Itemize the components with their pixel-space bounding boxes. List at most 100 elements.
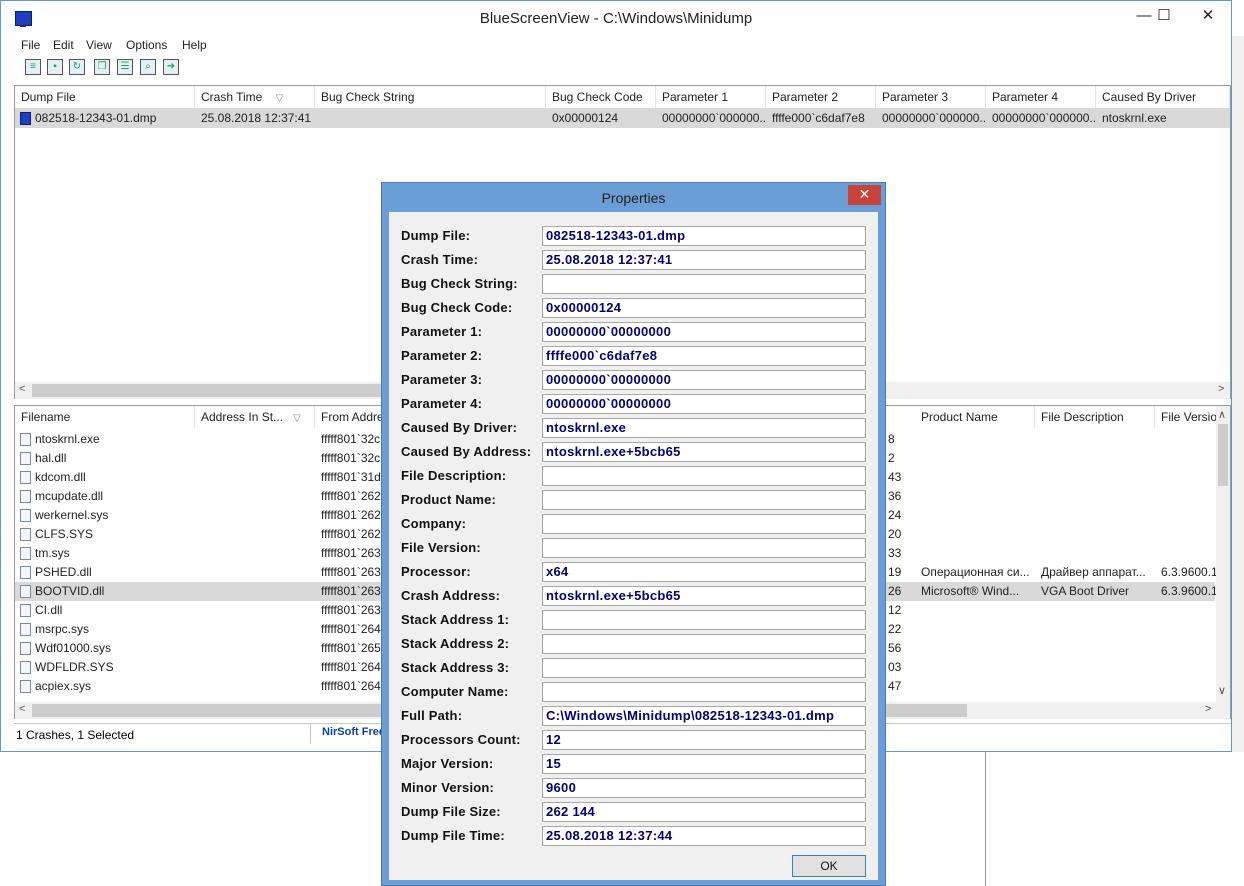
- table-row[interactable]: 082518-12343-01.dmp 25.08.2018 12:37:41 …: [15, 108, 1230, 128]
- property-label: Stack Address 2:: [401, 636, 510, 651]
- save-icon[interactable]: ▪: [47, 59, 63, 75]
- maximize-button[interactable]: ☐: [1141, 1, 1187, 31]
- from-address-cell: fffff801`262: [321, 508, 381, 522]
- property-value-field[interactable]: C:\Windows\Minidump\082518-12343-01.dmp: [542, 706, 866, 726]
- column-header-file-description[interactable]: File Description: [1035, 406, 1155, 428]
- property-value-field[interactable]: 00000000`00000000: [542, 370, 866, 390]
- file-icon: [20, 490, 31, 503]
- exit-icon[interactable]: ➜: [163, 59, 179, 75]
- dialog-title: Properties: [601, 190, 666, 206]
- properties-icon[interactable]: ☰: [117, 59, 133, 75]
- scroll-left-icon[interactable]: <: [19, 383, 25, 395]
- menu-options[interactable]: Options: [126, 38, 167, 52]
- property-value-field[interactable]: [542, 610, 866, 630]
- property-value-field[interactable]: x64: [542, 562, 866, 582]
- menu-edit[interactable]: Edit: [53, 38, 74, 52]
- file-icon: [20, 661, 31, 674]
- product-name-cell: [921, 620, 1035, 639]
- partial-column-cell: 47: [888, 679, 902, 693]
- column-header-dump-file[interactable]: Dump File: [15, 86, 195, 108]
- property-value-field[interactable]: ffffe000`c6daf7e8: [542, 346, 866, 366]
- property-label: Crash Address:: [401, 588, 501, 603]
- property-value-field[interactable]: ntoskrnl.exe+5bcb65: [542, 442, 866, 462]
- partial-column-cell: 8: [888, 432, 895, 446]
- refresh-icon[interactable]: ↻: [69, 59, 85, 75]
- filename-cell: CI.dll: [20, 601, 195, 620]
- property-value-field[interactable]: [542, 274, 866, 294]
- property-value-field[interactable]: 25.08.2018 12:37:41: [542, 250, 866, 270]
- scroll-up-icon[interactable]: ∧: [1218, 408, 1226, 421]
- close-button[interactable]: ✕: [1185, 1, 1231, 31]
- nirsoft-link[interactable]: NirSoft Free: [322, 726, 385, 738]
- filename-cell: hal.dll: [20, 449, 195, 468]
- column-header-file-version[interactable]: File Versio: [1155, 406, 1217, 428]
- file-description-cell: [1041, 620, 1155, 639]
- property-value-field[interactable]: 9600: [542, 778, 866, 798]
- column-header-crash-time[interactable]: Crash Time ▽: [195, 86, 315, 108]
- copy-icon[interactable]: ❐: [94, 59, 110, 75]
- find-icon[interactable]: ⌕: [140, 59, 156, 75]
- file-version-cell: [1161, 468, 1217, 487]
- property-value-field[interactable]: 00000000`00000000: [542, 322, 866, 342]
- html-report-icon[interactable]: ≡: [25, 59, 41, 75]
- property-value-field[interactable]: [542, 538, 866, 558]
- property-value-field[interactable]: 25.08.2018 12:37:44: [542, 826, 866, 846]
- scroll-down-icon[interactable]: ∨: [1218, 684, 1226, 697]
- dialog-close-button[interactable]: ✕: [848, 185, 881, 205]
- column-header-caused-by-driver[interactable]: Caused By Driver: [1096, 86, 1230, 108]
- scrollbar-thumb[interactable]: [1218, 424, 1228, 486]
- bug-check-string-cell: [321, 108, 546, 128]
- property-value-field[interactable]: [542, 658, 866, 678]
- column-header-filename[interactable]: Filename: [15, 406, 195, 428]
- property-value-field[interactable]: 12: [542, 730, 866, 750]
- scroll-right-icon[interactable]: >: [1218, 383, 1224, 395]
- column-header-product-name[interactable]: Product Name: [915, 406, 1035, 428]
- property-value-field[interactable]: 082518-12343-01.dmp: [542, 226, 866, 246]
- filename-cell: acpiex.sys: [20, 677, 195, 696]
- column-header-parameter-1[interactable]: Parameter 1: [656, 86, 766, 108]
- ok-button[interactable]: OK: [792, 855, 866, 877]
- menu-help[interactable]: Help: [182, 38, 207, 52]
- property-label: Caused By Address:: [401, 444, 532, 459]
- column-header-bug-check-code[interactable]: Bug Check Code: [546, 86, 656, 108]
- property-value-field[interactable]: [542, 490, 866, 510]
- property-label: Parameter 4:: [401, 396, 483, 411]
- column-header-address-in-stack[interactable]: Address In St... ▽: [195, 406, 315, 428]
- property-label: File Version:: [401, 540, 481, 555]
- property-value-field[interactable]: 15: [542, 754, 866, 774]
- property-label: Parameter 1:: [401, 324, 483, 339]
- property-value-field[interactable]: [542, 514, 866, 534]
- menu-view[interactable]: View: [86, 38, 112, 52]
- filename-cell: CLFS.SYS: [20, 525, 195, 544]
- scrollbar-thumb[interactable]: [32, 384, 392, 397]
- menu-file[interactable]: File: [21, 38, 40, 52]
- menu-bar: File Edit View Options Help: [5, 35, 1229, 55]
- background-window-scrollbar: [1232, 36, 1244, 756]
- property-value-field[interactable]: ntoskrnl.exe: [542, 418, 866, 438]
- column-header-parameter-4[interactable]: Parameter 4: [986, 86, 1096, 108]
- scroll-left-icon[interactable]: <: [19, 703, 25, 715]
- background-window: [0, 752, 380, 886]
- property-value-field[interactable]: [542, 466, 866, 486]
- property-value-field[interactable]: ntoskrnl.exe+5bcb65: [542, 586, 866, 606]
- property-label: Major Version:: [401, 756, 494, 771]
- property-label: Company:: [401, 516, 467, 531]
- column-header-bug-check-string[interactable]: Bug Check String: [315, 86, 546, 108]
- column-header-parameter-3[interactable]: Parameter 3: [876, 86, 986, 108]
- filename-cell: BOOTVID.dll: [20, 582, 195, 601]
- product-name-cell: [921, 449, 1035, 468]
- product-name-cell: [921, 639, 1035, 658]
- scroll-right-icon[interactable]: >: [1205, 703, 1211, 715]
- vertical-scrollbar[interactable]: ∧ ∨: [1216, 406, 1230, 702]
- filename-text: PSHED.dll: [35, 565, 92, 579]
- property-value-field[interactable]: [542, 634, 866, 654]
- file-version-cell: 6.3.9600.16: [1161, 565, 1217, 579]
- property-value-field[interactable]: 0x00000124: [542, 298, 866, 318]
- filename-text: hal.dll: [35, 451, 67, 465]
- file-version-cell: [1161, 677, 1217, 696]
- from-address-cell: fffff801`264: [321, 622, 381, 636]
- column-header-parameter-2[interactable]: Parameter 2: [766, 86, 876, 108]
- property-value-field[interactable]: [542, 682, 866, 702]
- property-value-field[interactable]: 00000000`00000000: [542, 394, 866, 414]
- property-value-field[interactable]: 262 144: [542, 802, 866, 822]
